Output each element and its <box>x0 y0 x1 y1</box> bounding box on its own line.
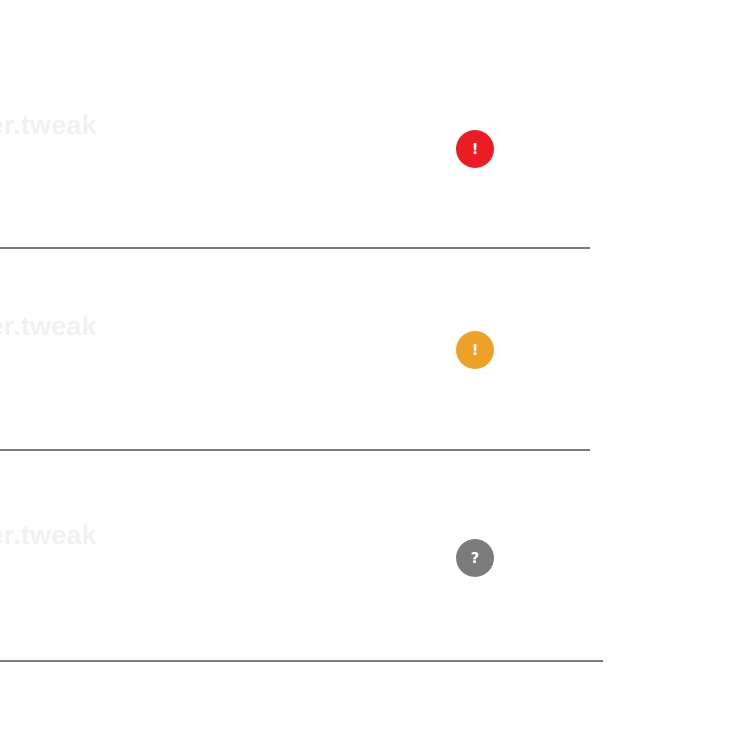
list-item[interactable]: per.tweak ? <box>0 451 610 661</box>
row-label: per.tweak <box>0 311 97 341</box>
list-item[interactable]: per.tweak ! <box>0 249 600 450</box>
unknown-status-icon: ? <box>456 539 494 577</box>
warning-status-icon: ! <box>456 331 494 369</box>
list-item[interactable]: per.tweak ! <box>0 0 600 248</box>
row-label: per.tweak <box>0 110 97 140</box>
error-status-icon: ! <box>456 130 494 168</box>
row-divider <box>0 660 603 662</box>
row-label: per.tweak <box>0 520 97 550</box>
